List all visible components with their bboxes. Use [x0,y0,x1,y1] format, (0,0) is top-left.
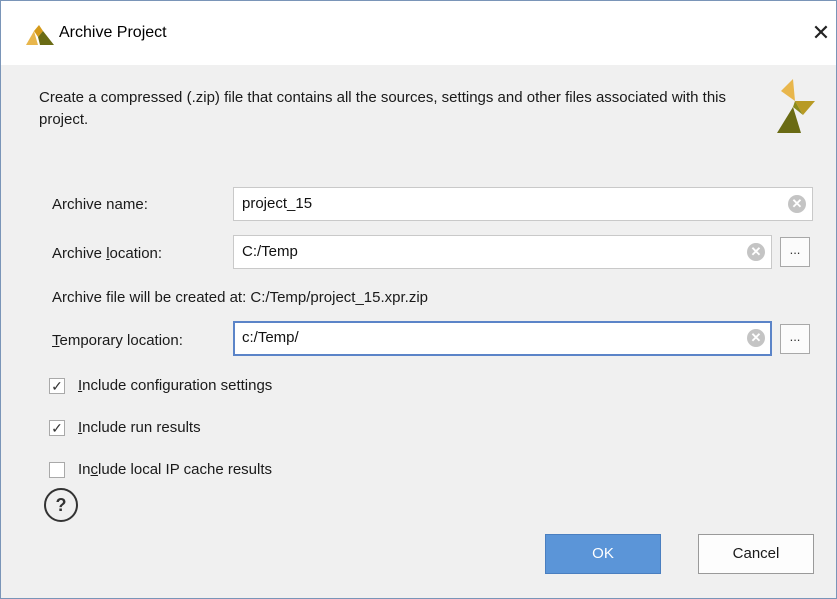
include-run-results-text: nclude run results [82,419,201,436]
clear-circle-icon[interactable]: ✕ [747,243,765,261]
xilinx-logo-icon [777,79,815,133]
include-run-results-label[interactable]: Include run results [78,419,201,436]
help-button[interactable]: ? [44,488,78,522]
include-ip-cache-prefix: In [78,461,91,478]
temporary-location-value: c:/Temp/ [242,329,299,346]
archive-location-browse-button[interactable]: ... [780,237,810,267]
archive-location-label-prefix: Archive [52,245,107,262]
include-ip-cache-text: lude local IP cache results [98,461,273,478]
include-config-text: nclude configuration settings [82,377,273,394]
archive-location-label: Archive location: [52,245,162,262]
temporary-location-label-suffix: emporary location: [59,332,183,349]
description-text: Create a compressed (.zip) file that con… [39,89,727,128]
temporary-location-browse-button[interactable]: ... [780,324,810,354]
ok-button[interactable]: OK [545,534,661,574]
include-ip-cache-mnemonic: c [90,461,99,478]
archive-location-input[interactable]: C:/Temp ✕ [233,235,772,269]
temporary-location-input[interactable]: c:/Temp/ ✕ [233,321,772,356]
temporary-location-label: Temporary location: [52,332,183,349]
include-config-checkbox[interactable]: ✓ [49,378,65,394]
title-bar: Archive Project ✕ [1,1,836,65]
archive-name-label: Archive name: [52,196,148,213]
include-ip-cache-label[interactable]: Include local IP cache results [78,461,272,478]
window-title: Archive Project [59,24,167,41]
include-run-results-checkbox[interactable]: ✓ [49,420,65,436]
temporary-location-mnemonic: T [52,332,60,349]
include-ip-cache-checkbox[interactable] [49,462,65,478]
archive-name-value: project_15 [242,195,313,212]
archive-path-info: Archive file will be created at: C:/Temp… [52,289,429,306]
archive-location-label-suffix: ocation: [109,245,163,262]
archive-location-value: C:/Temp [242,243,298,260]
close-button[interactable]: ✕ [806,17,836,49]
clear-circle-icon[interactable]: ✕ [747,329,765,347]
dialog-content: Create a compressed (.zip) file that con… [1,65,836,598]
cancel-button[interactable]: Cancel [698,534,814,574]
include-config-label[interactable]: Include configuration settings [78,377,272,394]
xilinx-logo-icon [26,25,54,45]
archive-name-input[interactable]: project_15 ✕ [233,187,813,221]
clear-circle-icon[interactable]: ✕ [788,195,806,213]
archive-project-dialog: Archive Project ✕ Create a compressed (.… [0,0,837,599]
